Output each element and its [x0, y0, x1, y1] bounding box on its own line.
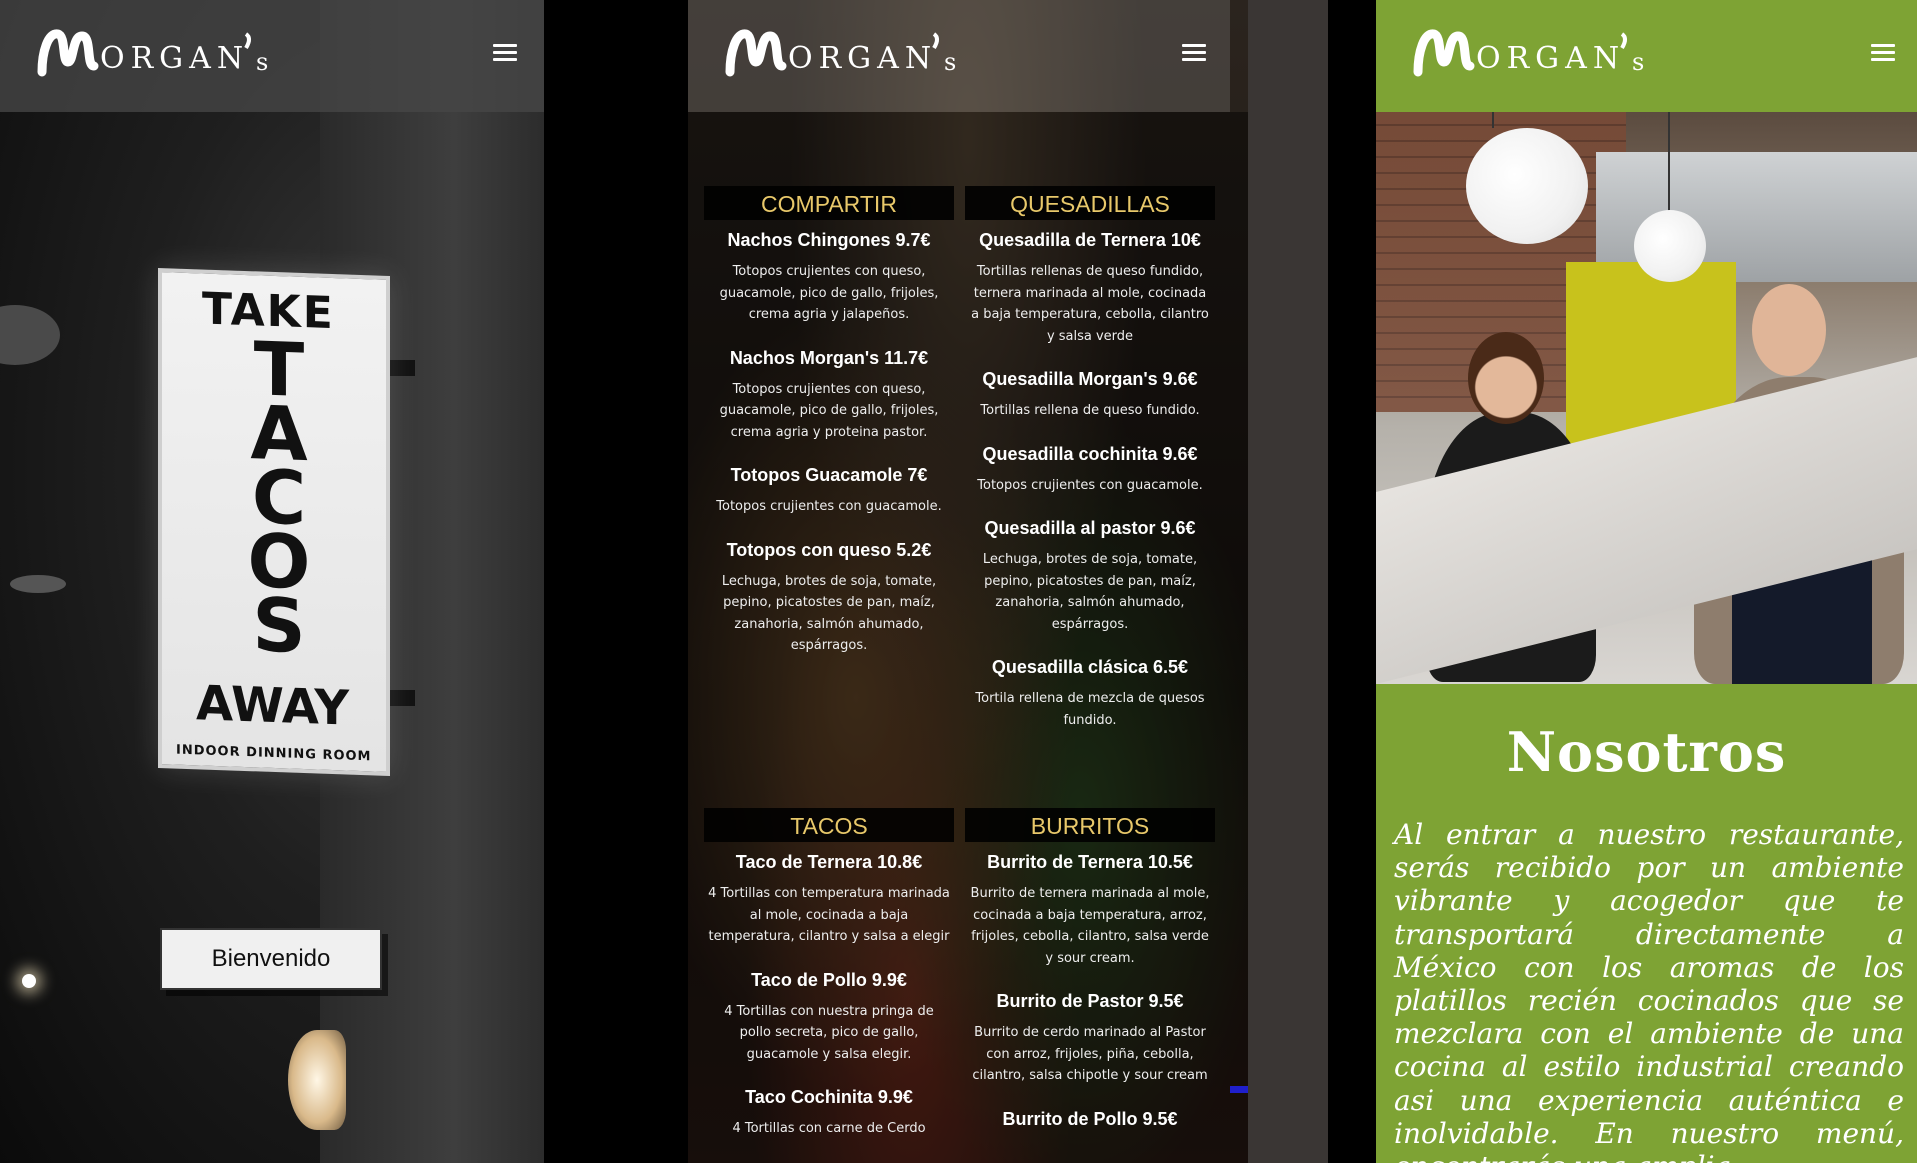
team-photo [1376, 112, 1917, 684]
svg-text:ORGAN: ORGAN [1476, 41, 1625, 76]
pendant-lamp [1466, 128, 1588, 244]
menu-item-desc: Lechuga, brotes de soja, tomate, pepino,… [982, 552, 1198, 632]
menu-item-desc: Totopos crujientes con queso, guacamole,… [719, 381, 939, 440]
menu-item-name: Nachos Chingones 9.7€ [727, 230, 931, 250]
svg-text:s: s [944, 48, 956, 76]
hamburger-menu-icon[interactable] [1871, 42, 1895, 64]
menu-item-name: Quesadilla clásica 6.5€ [991, 657, 1189, 677]
menu-item-name: Taco de Ternera 10.8€ [735, 852, 923, 872]
menu-item-name: Totopos Guacamole 7€ [730, 465, 928, 485]
ceiling-light [10, 575, 66, 593]
menu-item-desc: Tortillas rellenas de queso fundido, ter… [971, 264, 1209, 344]
scroll-marker [1230, 1086, 1248, 1093]
menu-column-compartir: COMPARTIR Nachos Chingones 9.7€ Totopos … [704, 186, 954, 679]
takeaway-sign: TAKE TACOS AWAY INDOOR DINNING ROOM [158, 267, 390, 777]
svg-text:ORGAN: ORGAN [100, 41, 249, 76]
hero-panel: TAKE TACOS AWAY INDOOR DINNING ROOM Bien… [0, 0, 544, 1163]
sign-sub-text: INDOOR DINNING ROOM [176, 742, 372, 765]
welcome-button[interactable]: Bienvenido [160, 928, 382, 990]
menu-panel: COMPARTIR Nachos Chingones 9.7€ Totopos … [688, 0, 1248, 1163]
header: ORGAN s [1376, 0, 1917, 112]
menu-item-name: Burrito de Ternera 10.5€ [987, 852, 1193, 872]
sign-away-text: AWAY [196, 675, 350, 737]
category-heading: COMPARTIR [704, 186, 954, 220]
about-text: Al entrar a nuestro restaurante, serás r… [1394, 818, 1904, 1163]
about-panel: Nosotros Al entrar a nuestro restaurante… [1376, 0, 1917, 1163]
header: ORGAN s [0, 0, 544, 112]
menu-item-name: Burrito de Pollo 9.5€ [1002, 1108, 1178, 1129]
brand-logo[interactable]: ORGAN s [36, 22, 286, 82]
menu-item-name: Quesadilla al pastor 9.6€ [984, 518, 1196, 538]
header: ORGAN s [688, 0, 1230, 112]
menu-item-name: Totopos con queso 5.2€ [726, 539, 932, 560]
pendant-lamp [1634, 210, 1706, 282]
hamburger-menu-icon[interactable] [1182, 42, 1206, 64]
svg-text:s: s [256, 48, 268, 76]
menu-item-desc: Lechuga, brotes de soja, tomate, pepino,… [721, 573, 937, 654]
person-right-head [1752, 284, 1826, 376]
menu-item-desc: Totopos crujientes con guacamole. [716, 499, 942, 514]
category-heading: BURRITOS [965, 808, 1215, 842]
menu-item-desc: Tortillas rellena de queso fundido. [980, 403, 1200, 418]
about-title: Nosotros [1506, 720, 1787, 784]
menu-item-name: Quesadilla de Ternera 10€ [979, 230, 1201, 250]
category-heading: TACOS [704, 808, 954, 842]
menu-item-desc: 4 Tortillas con carne de Cerdo [732, 1121, 926, 1136]
menu-item-name: Nachos Morgan's 11.7€ [729, 347, 929, 368]
brand-logo[interactable]: ORGAN s [1412, 22, 1662, 82]
menu-item-name: Taco de Pollo 9.9€ [751, 969, 907, 990]
menu-item-desc: Tortila rellena de mezcla de quesos fund… [975, 691, 1205, 728]
menu-item-desc: Burrito de ternera marinada al mole, coc… [970, 886, 1210, 966]
hamburger-menu-icon[interactable] [493, 42, 517, 64]
menu-column-tacos: TACOS Taco de Ternera 10.8€ 4 Tortillas … [704, 808, 954, 1162]
menu-item-name: Quesadilla cochinita 9.6€ [982, 443, 1198, 464]
menu-item-name: Burrito de Pastor 9.5€ [996, 991, 1184, 1011]
category-heading: QUESADILLAS [965, 186, 1215, 220]
svg-text:ORGAN: ORGAN [788, 41, 937, 76]
menu-item-desc: Totopos crujientes con queso, guacamole,… [719, 264, 939, 322]
person-left-head [1468, 332, 1544, 424]
brand-logo[interactable]: ORGAN s [724, 22, 974, 82]
svg-text:s: s [1632, 48, 1644, 76]
menu-item-name: Taco Cochinita 9.9€ [745, 1087, 913, 1107]
menu-item-desc: Burrito de cerdo marinado al Pastor con … [972, 1025, 1208, 1083]
ceiling-light [22, 974, 36, 988]
lamp-cord [1492, 112, 1494, 128]
menu-column-burritos: BURRITOS Burrito de Ternera 10.5€ Burrit… [965, 808, 1215, 1140]
sign-tacos-letter: S [252, 582, 306, 671]
wall-lamp [288, 1030, 346, 1130]
lamp-cord [1668, 112, 1670, 212]
menu-item-desc: 4 Tortillas con nuestra pringa de pollo … [724, 1003, 934, 1062]
sign-tacos-text: TACOS [244, 326, 314, 671]
ceiling-light [0, 305, 60, 365]
menu-item-name: Quesadilla Morgan's 9.6€ [982, 369, 1198, 389]
menu-item-desc: 4 Tortillas con temperatura marinada al … [708, 886, 950, 944]
menu-item-desc: Totopos crujientes con guacamole. [977, 477, 1203, 493]
menu-column-quesadillas: QUESADILLAS Quesadilla de Ternera 10€ To… [965, 186, 1215, 753]
